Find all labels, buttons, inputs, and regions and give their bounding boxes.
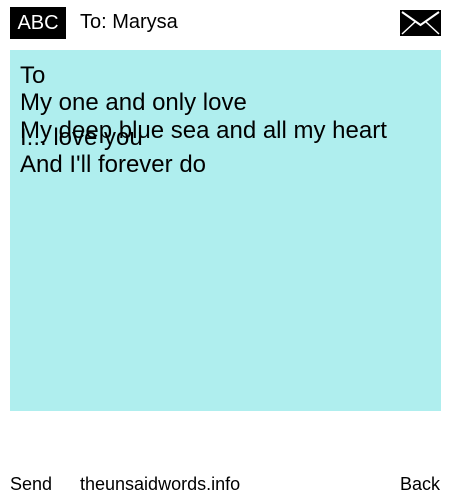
- recipient-label: To: Marysa: [80, 11, 178, 33]
- message-line-1: My one and only love: [20, 89, 247, 116]
- send-button[interactable]: Send: [10, 472, 52, 496]
- message-line-4: And I'll forever do: [20, 151, 207, 178]
- abc-button[interactable]: ABC: [10, 7, 66, 39]
- envelope-icon[interactable]: [400, 10, 441, 36]
- message-area: To My one and only love My deep blue sea…: [10, 50, 441, 411]
- message-line-3: I... love you: [20, 124, 143, 151]
- message-line-to: To: [20, 62, 46, 89]
- header-bar: ABC To: Marysa: [0, 0, 450, 48]
- site-link[interactable]: theunsaidwords.info: [80, 472, 240, 496]
- back-button[interactable]: Back: [400, 472, 440, 496]
